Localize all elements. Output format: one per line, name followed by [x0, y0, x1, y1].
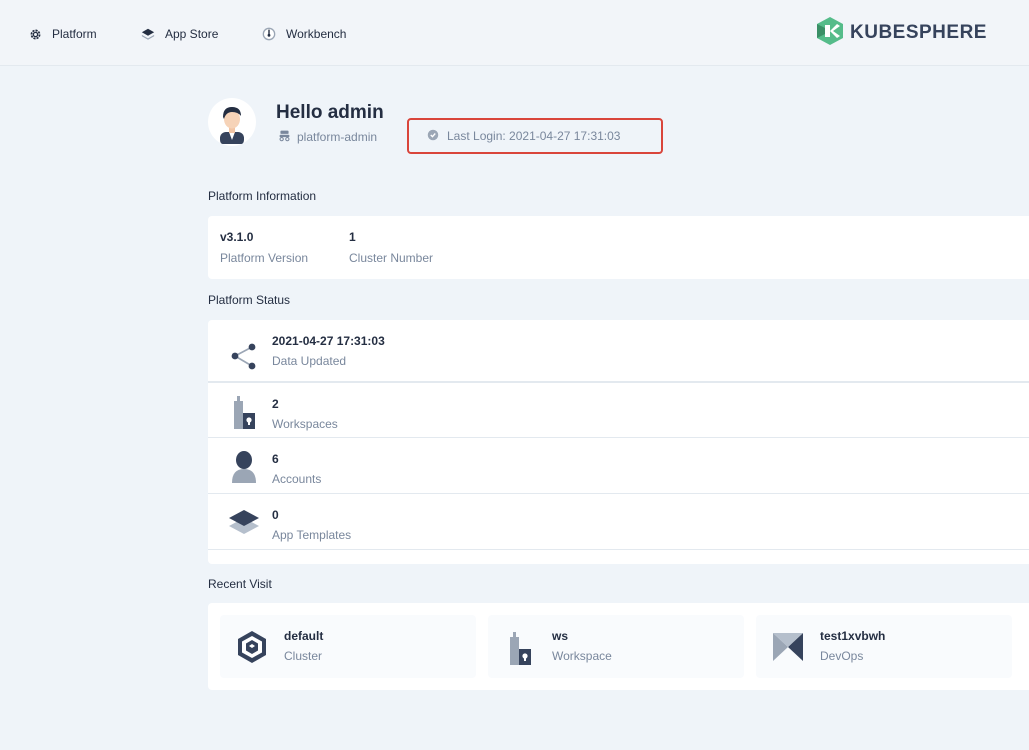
brand-name: KUBESPHERE: [850, 22, 987, 43]
dashboard-icon: [262, 27, 276, 41]
recent-item-name: test1xvbwh: [820, 629, 886, 643]
recent-item-devops-test1xvbwh[interactable]: test1xvbwh DevOps: [756, 615, 1012, 678]
kubesphere-logo-icon: [816, 16, 844, 51]
cluster-number-label: Cluster Number: [349, 251, 434, 265]
cluster-number: 1 Cluster Number: [349, 230, 433, 265]
workspace-icon: [226, 393, 262, 429]
devops-icon: [770, 627, 806, 667]
kubesphere-logo[interactable]: KUBESPHERE: [816, 16, 987, 51]
cluster-number-value: 1: [349, 230, 356, 244]
status-row-workspaces: 2 Workspaces: [208, 382, 1029, 438]
recent-visit-card: default Cluster ws Workspace test1xvbwh …: [208, 603, 1029, 690]
cluster-icon: [234, 627, 270, 667]
role-label: platform-admin: [297, 130, 378, 144]
workspaces-value: 2: [272, 397, 279, 411]
status-row-app-templates: 0 App Templates: [208, 494, 1029, 550]
clock-icon: [427, 129, 439, 144]
platform-version-value: v3.1.0: [220, 230, 254, 244]
recent-item-name: ws: [552, 629, 569, 643]
data-updated-label: Data Updated: [272, 354, 347, 368]
app-templates-label: App Templates: [272, 528, 352, 542]
recent-visit-title: Recent Visit: [208, 577, 272, 591]
recent-item-workspace-ws[interactable]: ws Workspace: [488, 615, 744, 678]
recent-item-name: default: [284, 629, 324, 643]
nav-app-store[interactable]: App Store: [141, 24, 218, 44]
data-updated-value: 2021-04-27 17:31:03: [272, 334, 385, 348]
recent-item-cluster-default[interactable]: default Cluster: [220, 615, 476, 678]
platform-information-card: v3.1.0 Platform Version 1 Cluster Number: [208, 216, 1029, 279]
last-login-text: Last Login: 2021-04-27 17:31:03: [447, 129, 621, 143]
recent-item-type: DevOps: [820, 649, 864, 663]
avatar: [208, 98, 256, 146]
app-templates-value: 0: [272, 508, 279, 522]
recent-item-type: Workspace: [552, 649, 612, 663]
nav-platform-label: Platform: [52, 27, 97, 41]
workspace-icon: [502, 627, 538, 667]
nav-platform[interactable]: Platform: [28, 24, 97, 44]
nav-workbench[interactable]: Workbench: [262, 24, 346, 44]
nav-app-store-label: App Store: [165, 27, 219, 41]
workspaces-label: Workspaces: [272, 417, 338, 431]
platform-version-label: Platform Version: [220, 251, 309, 265]
nav-workbench-label: Workbench: [286, 27, 347, 41]
accounts-label: Accounts: [272, 472, 322, 486]
status-row-accounts: 6 Accounts: [208, 438, 1029, 494]
share-nodes-icon: [226, 338, 262, 374]
user-role: platform-admin: [278, 129, 377, 145]
greeting-title: Hello admin: [276, 102, 384, 123]
top-navigation-bar: Platform App Store Workbench KUBESPHERE: [0, 0, 1029, 66]
platform-status-title: Platform Status: [208, 293, 291, 307]
platform-status-card: 2021-04-27 17:31:03 Data Updated 2 Works…: [208, 320, 1029, 564]
role-icon: [278, 129, 291, 145]
platform-version: v3.1.0 Platform Version: [220, 230, 308, 265]
app-templates-icon: [226, 504, 262, 540]
last-login-info: Last Login: 2021-04-27 17:31:03: [407, 118, 663, 154]
platform-information-title: Platform Information: [208, 189, 317, 203]
recent-item-type: Cluster: [284, 649, 323, 663]
layers-icon: [141, 27, 155, 41]
user-icon: [226, 448, 262, 484]
status-row-data-updated: 2021-04-27 17:31:03 Data Updated: [208, 326, 1029, 382]
gear-icon: [28, 27, 42, 41]
accounts-value: 6: [272, 452, 279, 466]
